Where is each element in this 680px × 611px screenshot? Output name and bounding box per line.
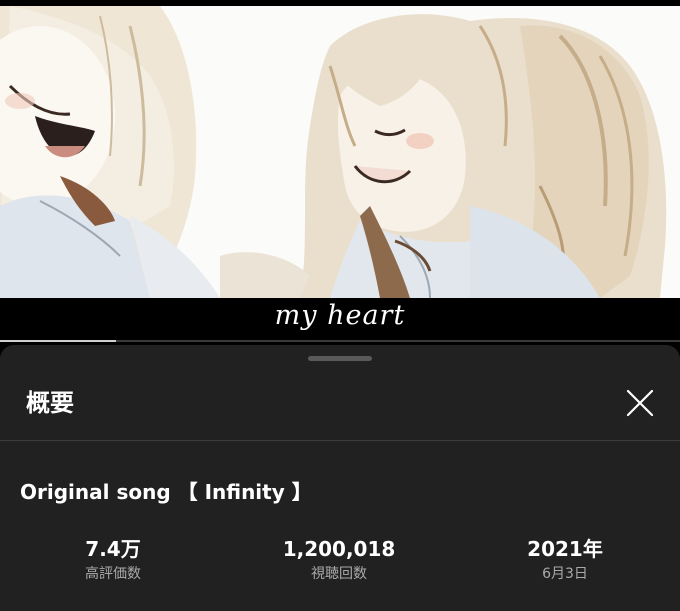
video-title: Original song 【 Infinity 】 [20, 480, 312, 504]
stat-label: 6月3日 [542, 566, 588, 582]
video-frame[interactable] [0, 6, 680, 298]
close-icon [626, 389, 654, 417]
divider [0, 440, 680, 441]
video-player[interactable]: my heart [0, 0, 680, 342]
stats-row: 7.4万 高評価数 1,200,018 視聴回数 2021年 6月3日 [0, 535, 680, 585]
stat-label: 高評価数 [85, 566, 141, 582]
stat-views: 1,200,018 視聴回数 [226, 535, 452, 585]
app-root: my heart 概要 Original song 【 Infinity 】 7… [0, 0, 680, 611]
stat-date: 2021年 6月3日 [452, 535, 678, 585]
stat-label: 視聴回数 [311, 566, 367, 582]
anime-illustration [0, 6, 680, 298]
stat-value: 7.4万 [85, 537, 141, 561]
stat-likes: 7.4万 高評価数 [0, 535, 226, 585]
progress-bar[interactable] [0, 340, 680, 342]
subtitle-caption: my heart [274, 300, 406, 331]
close-button[interactable] [620, 383, 660, 423]
progress-bar-fill [0, 340, 116, 342]
stat-value: 2021年 [527, 537, 603, 561]
description-sheet: 概要 Original song 【 Infinity 】 7.4万 高評価数 … [0, 345, 680, 611]
stat-value: 1,200,018 [282, 537, 396, 561]
sheet-title: 概要 [26, 389, 74, 417]
drag-handle[interactable] [308, 356, 372, 361]
